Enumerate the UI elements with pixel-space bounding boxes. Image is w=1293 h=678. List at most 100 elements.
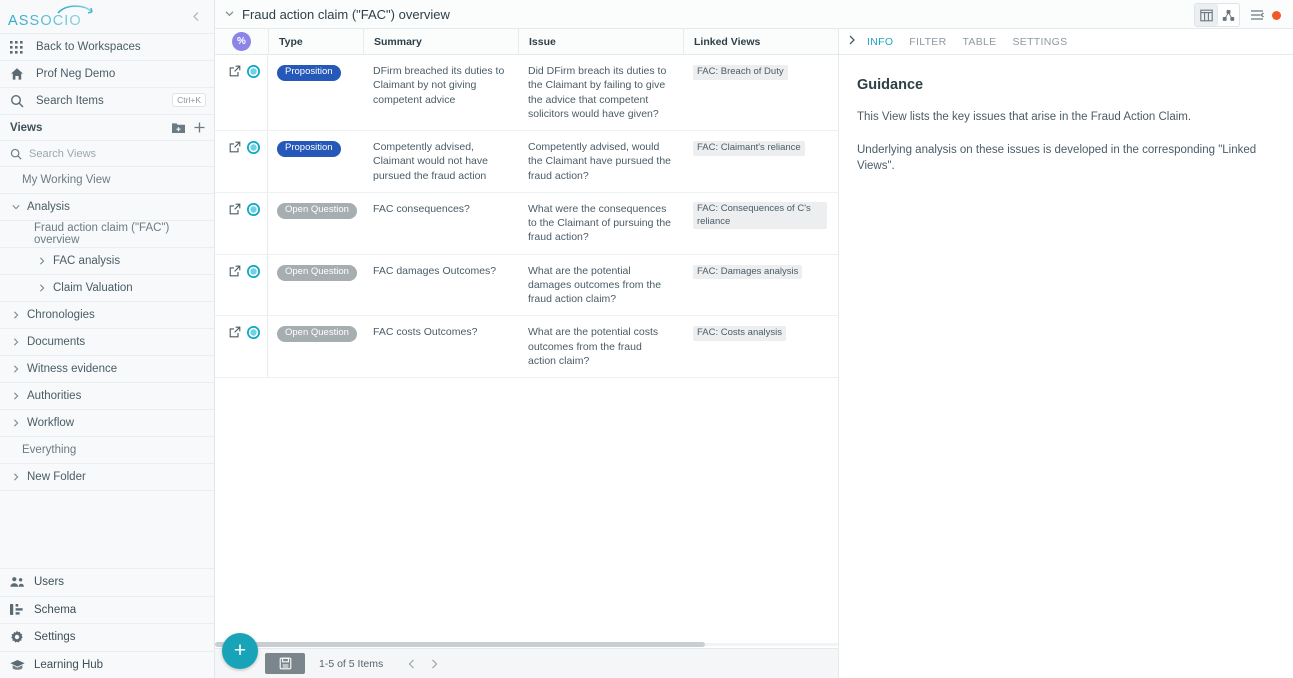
add-item-button[interactable]: + xyxy=(222,633,258,669)
type-badge[interactable]: Open Question xyxy=(277,326,357,343)
sidebar-item-users[interactable]: Users xyxy=(0,568,214,596)
views-tree-item[interactable]: My Working View xyxy=(0,167,214,194)
cell-issue[interactable]: What were the consequences to the Claima… xyxy=(518,193,683,254)
horizontal-scrollbar[interactable] xyxy=(215,641,838,648)
table-row[interactable]: Open Question FAC consequences? What were … xyxy=(215,192,838,255)
sidebar-item-search-items[interactable]: Search Items Ctrl+K xyxy=(0,88,214,115)
cell-issue[interactable]: What are the potential damages outcomes … xyxy=(518,255,683,316)
record-dot-icon[interactable] xyxy=(1272,10,1281,20)
panel-expand-button[interactable] xyxy=(847,35,857,48)
views-tree-item[interactable]: Analysis xyxy=(0,194,214,221)
views-search-input[interactable]: Search Views xyxy=(0,141,214,167)
open-external-icon[interactable] xyxy=(229,203,241,215)
associo-logo-icon: ASSOCIO xyxy=(8,4,93,29)
views-tree-item-label: Analysis xyxy=(27,201,70,213)
status-circle-icon[interactable] xyxy=(247,141,260,155)
associo-logo[interactable]: ASSOCIO xyxy=(8,4,116,30)
type-badge[interactable]: Proposition xyxy=(277,141,341,157)
cell-issue[interactable]: Competently advised, would the Claimant … xyxy=(518,131,683,192)
chevron-right-icon[interactable] xyxy=(36,257,48,265)
pagination-controls xyxy=(401,653,445,675)
chevron-right-icon[interactable] xyxy=(36,284,48,292)
guidance-paragraph: Underlying analysis on these issues is d… xyxy=(857,143,1257,173)
status-circle-icon[interactable] xyxy=(247,326,260,340)
chevron-down-icon[interactable] xyxy=(225,9,234,20)
save-button[interactable] xyxy=(265,653,305,674)
folder-plus-icon[interactable] xyxy=(172,122,185,134)
tab-table[interactable]: TABLE xyxy=(962,36,996,48)
table-row[interactable]: Proposition Competently advised, Claimant… xyxy=(215,131,838,193)
table-row[interactable]: Open Question FAC damages Outcomes? What a… xyxy=(215,254,838,317)
sidebar-item-schema[interactable]: Schema xyxy=(0,595,214,624)
graph-view-icon[interactable] xyxy=(1217,4,1239,26)
cell-summary[interactable]: FAC costs Outcomes? xyxy=(363,316,518,377)
sidebar-item-settings[interactable]: Settings xyxy=(0,623,214,651)
sidebar-item-prof-neg-demo[interactable]: Prof Neg Demo xyxy=(0,61,214,88)
chevron-right-icon xyxy=(849,35,855,45)
type-badge[interactable]: Proposition xyxy=(277,65,341,81)
views-tree-item-label: Witness evidence xyxy=(27,363,118,375)
cell-summary[interactable]: FAC consequences? xyxy=(363,193,518,254)
table-row[interactable]: Open Question FAC costs Outcomes? What are… xyxy=(215,316,838,379)
cell-linked-views: FAC: Costs analysis xyxy=(683,316,838,377)
status-circle-icon[interactable] xyxy=(247,65,260,78)
column-header-type[interactable]: Type xyxy=(268,28,363,55)
linked-view-chip[interactable]: FAC: Damages analysis xyxy=(693,264,803,280)
collapse-list-icon[interactable] xyxy=(1246,4,1268,26)
column-header-linked-views[interactable]: Linked Views xyxy=(683,28,839,55)
tab-settings[interactable]: SETTINGS xyxy=(1012,36,1067,48)
type-badge[interactable]: Open Question xyxy=(277,264,357,281)
sidebar-item-learning-hub[interactable]: Learning Hub xyxy=(0,650,214,678)
tab-info[interactable]: INFO xyxy=(867,36,893,48)
chevron-right-icon[interactable] xyxy=(10,392,22,400)
percent-badge-icon[interactable]: % xyxy=(232,32,251,51)
table-row[interactable]: Proposition DFirm breached its duties to … xyxy=(215,55,838,132)
column-header-summary[interactable]: Summary xyxy=(363,28,518,55)
linked-view-chip[interactable]: FAC: Breach of Duty xyxy=(693,65,788,80)
open-external-icon[interactable] xyxy=(229,65,241,77)
cell-summary[interactable]: DFirm breached its duties to Claimant by… xyxy=(363,55,518,130)
linked-view-chip[interactable]: FAC: Consequences of C's reliance xyxy=(693,201,827,230)
scrollbar-thumb[interactable] xyxy=(215,642,705,647)
views-tree-item[interactable]: Claim Valuation xyxy=(0,275,214,302)
views-tree-item[interactable]: Chronologies xyxy=(0,302,214,329)
chevron-right-icon[interactable] xyxy=(10,419,22,427)
type-badge[interactable]: Open Question xyxy=(277,202,357,219)
cell-issue[interactable]: What are the potential costs outcomes fr… xyxy=(518,316,683,377)
tab-filter[interactable]: FILTER xyxy=(909,36,946,48)
chevron-right-icon[interactable] xyxy=(10,365,22,373)
views-tree-item[interactable]: Authorities xyxy=(0,383,214,410)
open-external-icon[interactable] xyxy=(229,141,241,153)
info-panel-body: Guidance This View lists the key issues … xyxy=(839,55,1293,191)
views-tree-item[interactable]: New Folder xyxy=(0,464,214,491)
linked-view-chip[interactable]: FAC: Claimant's reliance xyxy=(693,141,805,156)
views-tree-item[interactable]: Witness evidence xyxy=(0,356,214,383)
plus-icon[interactable] xyxy=(193,121,206,134)
main-area: Fraud action claim ("FAC") overview % Ty… xyxy=(215,0,1293,678)
pagination-prev-button[interactable] xyxy=(401,653,423,675)
column-header-issue[interactable]: Issue xyxy=(518,28,683,55)
chevron-right-icon[interactable] xyxy=(10,473,22,481)
open-external-icon[interactable] xyxy=(229,326,241,338)
cell-type: Open Question xyxy=(268,193,363,254)
linked-view-chip[interactable]: FAC: Costs analysis xyxy=(693,326,786,342)
chevron-down-icon[interactable] xyxy=(10,203,22,211)
views-tree-item[interactable]: Everything xyxy=(0,437,214,464)
views-tree-item[interactable]: FAC analysis xyxy=(0,248,214,275)
cell-issue[interactable]: Did DFirm breach its duties to the Claim… xyxy=(518,55,683,130)
cell-summary[interactable]: FAC damages Outcomes? xyxy=(363,255,518,316)
cell-summary[interactable]: Competently advised, Claimant would not … xyxy=(363,131,518,192)
table-view-icon[interactable] xyxy=(1195,4,1217,26)
status-circle-icon[interactable] xyxy=(247,264,260,278)
chevron-right-icon[interactable] xyxy=(10,338,22,346)
open-external-icon[interactable] xyxy=(229,265,241,277)
pagination-next-button[interactable] xyxy=(423,653,445,675)
views-tree-item[interactable]: Workflow xyxy=(0,410,214,437)
status-circle-icon[interactable] xyxy=(247,202,260,216)
sidebar-item-back-to-workspaces[interactable]: Back to Workspaces xyxy=(0,34,214,61)
views-tree-item-label: My Working View xyxy=(22,174,111,186)
views-tree-item[interactable]: Documents xyxy=(0,329,214,356)
chevron-right-icon[interactable] xyxy=(10,311,22,319)
views-tree-item[interactable]: Fraud action claim ("FAC") overview xyxy=(0,221,214,248)
sidebar-collapse-button[interactable] xyxy=(188,8,204,24)
